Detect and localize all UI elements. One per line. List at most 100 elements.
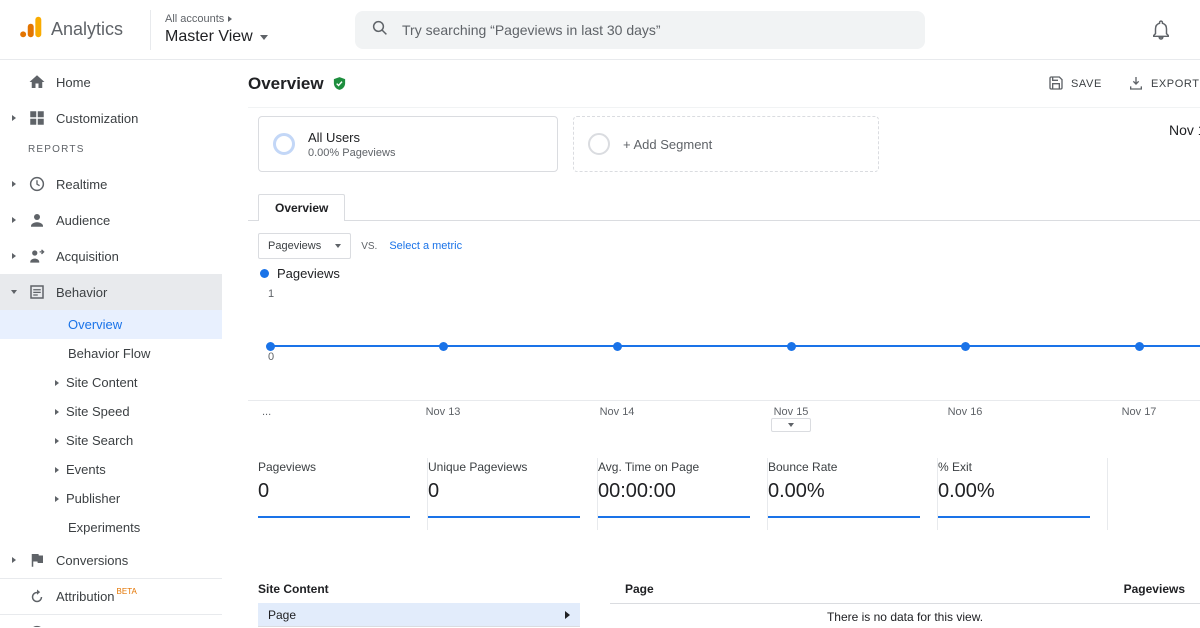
title-actions: SAVE EXPORT	[1048, 60, 1200, 108]
main-content: Overview SAVE EXPORT All Users 0.00% Pag…	[222, 60, 1200, 627]
save-button[interactable]: SAVE	[1048, 75, 1102, 94]
add-segment-button[interactable]: + Add Segment	[573, 116, 879, 172]
sidebar-item-behavior[interactable]: Behavior	[0, 274, 222, 310]
view-selector[interactable]: Master View	[165, 28, 268, 46]
chart-data-point[interactable]	[439, 342, 448, 351]
acquisition-icon	[28, 247, 56, 265]
flag-icon	[28, 551, 56, 569]
segment-circle-icon	[273, 133, 295, 155]
search-icon	[371, 19, 389, 42]
segment-subtitle: 0.00% Pageviews	[308, 146, 396, 159]
scorecard-unique-pageviews[interactable]: Unique Pageviews 0	[428, 458, 598, 530]
sidebar-item-home[interactable]: Home	[0, 64, 222, 100]
column-header-page[interactable]: Page	[625, 582, 654, 596]
sidebar-item-publisher[interactable]: Publisher	[0, 484, 222, 513]
chevron-down-icon	[259, 34, 268, 40]
pageviews-line-chart[interactable]: 1 0 ... Nov 13 Nov 14 Nov 15 Nov 16 Nov …	[248, 288, 1200, 438]
bottom-section: Site Content Page Page Pageviews There i…	[258, 582, 1200, 628]
site-content-block: Site Content Page	[258, 582, 580, 628]
metric-dropdown[interactable]: Pageviews	[258, 233, 352, 259]
metric-dropdown-label: Pageviews	[268, 240, 322, 252]
save-label: SAVE	[1071, 78, 1102, 90]
chart-data-point[interactable]	[613, 342, 622, 351]
x-tick: Nov 17	[1121, 406, 1157, 418]
view-name: Master View	[165, 28, 253, 45]
sidebar-item-label: Site Content	[66, 375, 138, 390]
sidebar-item-label: Acquisition	[56, 248, 119, 264]
sidebar-item-partial[interactable]	[0, 614, 222, 627]
home-icon	[28, 73, 56, 91]
export-button[interactable]: EXPORT	[1128, 75, 1200, 94]
x-tick: Nov 16	[947, 406, 983, 418]
sidebar-item-behavior-overview[interactable]: Overview	[0, 310, 222, 339]
metric-controls: Pageviews VS. Select a metric Ho	[258, 233, 1200, 259]
axis-expander-button[interactable]	[771, 418, 811, 432]
vs-label: VS.	[361, 240, 378, 252]
beta-badge: BETA	[116, 587, 137, 596]
person-icon	[28, 211, 56, 229]
title-row: Overview SAVE EXPORT	[248, 60, 1200, 108]
analytics-logo[interactable]: Analytics	[0, 14, 150, 45]
chart-data-point[interactable]	[1135, 342, 1144, 351]
chevron-down-icon	[335, 244, 342, 248]
sidebar-item-behavior-flow[interactable]: Behavior Flow	[0, 339, 222, 368]
notifications-bell-icon[interactable]	[1150, 18, 1172, 42]
download-icon	[1128, 75, 1144, 94]
verified-shield-icon	[332, 76, 347, 91]
scorecard-avg-time[interactable]: Avg. Time on Page 00:00:00	[598, 458, 768, 530]
scorecard-percent-exit[interactable]: % Exit 0.00%	[938, 458, 1108, 530]
sidebar-item-site-speed[interactable]: Site Speed	[0, 397, 222, 426]
segment-all-users[interactable]: All Users 0.00% Pageviews	[258, 116, 558, 172]
site-content-page-item[interactable]: Page	[258, 603, 580, 627]
chevron-right-icon	[55, 495, 59, 502]
chevron-right-icon	[12, 181, 16, 187]
sidebar-item-label: Site Speed	[66, 404, 130, 419]
chart-data-point[interactable]	[266, 342, 275, 351]
sidebar-item-customization[interactable]: Customization	[0, 100, 222, 136]
account-picker[interactable]: All accounts Master View	[165, 13, 268, 46]
save-icon	[1048, 75, 1064, 94]
sidebar-item-label: Customization	[56, 110, 139, 126]
scorecard-value: 0	[428, 480, 440, 502]
scorecard-pageviews[interactable]: Pageviews 0	[258, 458, 428, 530]
y-tick: 0	[268, 351, 275, 363]
customization-icon	[28, 109, 56, 127]
page-data-table: Page Pageviews There is no data for this…	[610, 582, 1200, 628]
breadcrumb[interactable]: All accounts	[165, 13, 268, 25]
chevron-down-icon	[11, 290, 17, 294]
x-tick: Nov 15	[773, 406, 809, 418]
select-metric-link[interactable]: Select a metric	[389, 240, 462, 252]
sidebar-item-experiments[interactable]: Experiments	[0, 513, 222, 542]
sidebar-item-site-search[interactable]: Site Search	[0, 426, 222, 455]
chevron-right-icon	[12, 217, 16, 223]
y-tick: 1	[268, 288, 275, 300]
sidebar-item-label: Realtime	[56, 176, 108, 192]
chart-series-line	[270, 345, 1200, 347]
search-input[interactable]: Try searching “Pageviews in last 30 days…	[355, 11, 925, 49]
sidebar-item-label: Events	[66, 462, 106, 477]
sidebar-item-site-content[interactable]: Site Content	[0, 368, 222, 397]
scorecard-bounce-rate[interactable]: Bounce Rate 0.00%	[768, 458, 938, 530]
chart-data-point[interactable]	[961, 342, 970, 351]
sidebar-item-conversions[interactable]: Conversions	[0, 542, 222, 578]
scorecard-sparkline	[428, 516, 580, 518]
sidebar-item-events[interactable]: Events	[0, 455, 222, 484]
chart-data-point[interactable]	[787, 342, 796, 351]
sidebar-item-label: Behavior Flow	[68, 346, 151, 361]
sidebar: Home Customization REPORTS Realtime Audi…	[0, 60, 222, 627]
scorecard-value: 00:00:00	[598, 480, 676, 502]
scorecard-sparkline	[938, 516, 1090, 518]
topbar-divider	[150, 9, 151, 50]
column-header-pageviews[interactable]: Pageviews	[1124, 582, 1185, 596]
sidebar-item-realtime[interactable]: Realtime	[0, 166, 222, 202]
app-name: Analytics	[51, 19, 124, 39]
sidebar-item-label: Attribution	[56, 589, 115, 604]
behavior-icon	[28, 283, 56, 301]
sidebar-item-label: Site Search	[66, 433, 134, 448]
sidebar-item-acquisition[interactable]: Acquisition	[0, 238, 222, 274]
sidebar-item-attribution[interactable]: Attribution BETA	[0, 578, 222, 614]
sidebar-item-audience[interactable]: Audience	[0, 202, 222, 238]
legend-dot-icon	[260, 269, 269, 278]
date-range-picker[interactable]: Nov 12, 2	[1169, 122, 1200, 138]
tab-overview[interactable]: Overview	[258, 194, 346, 221]
